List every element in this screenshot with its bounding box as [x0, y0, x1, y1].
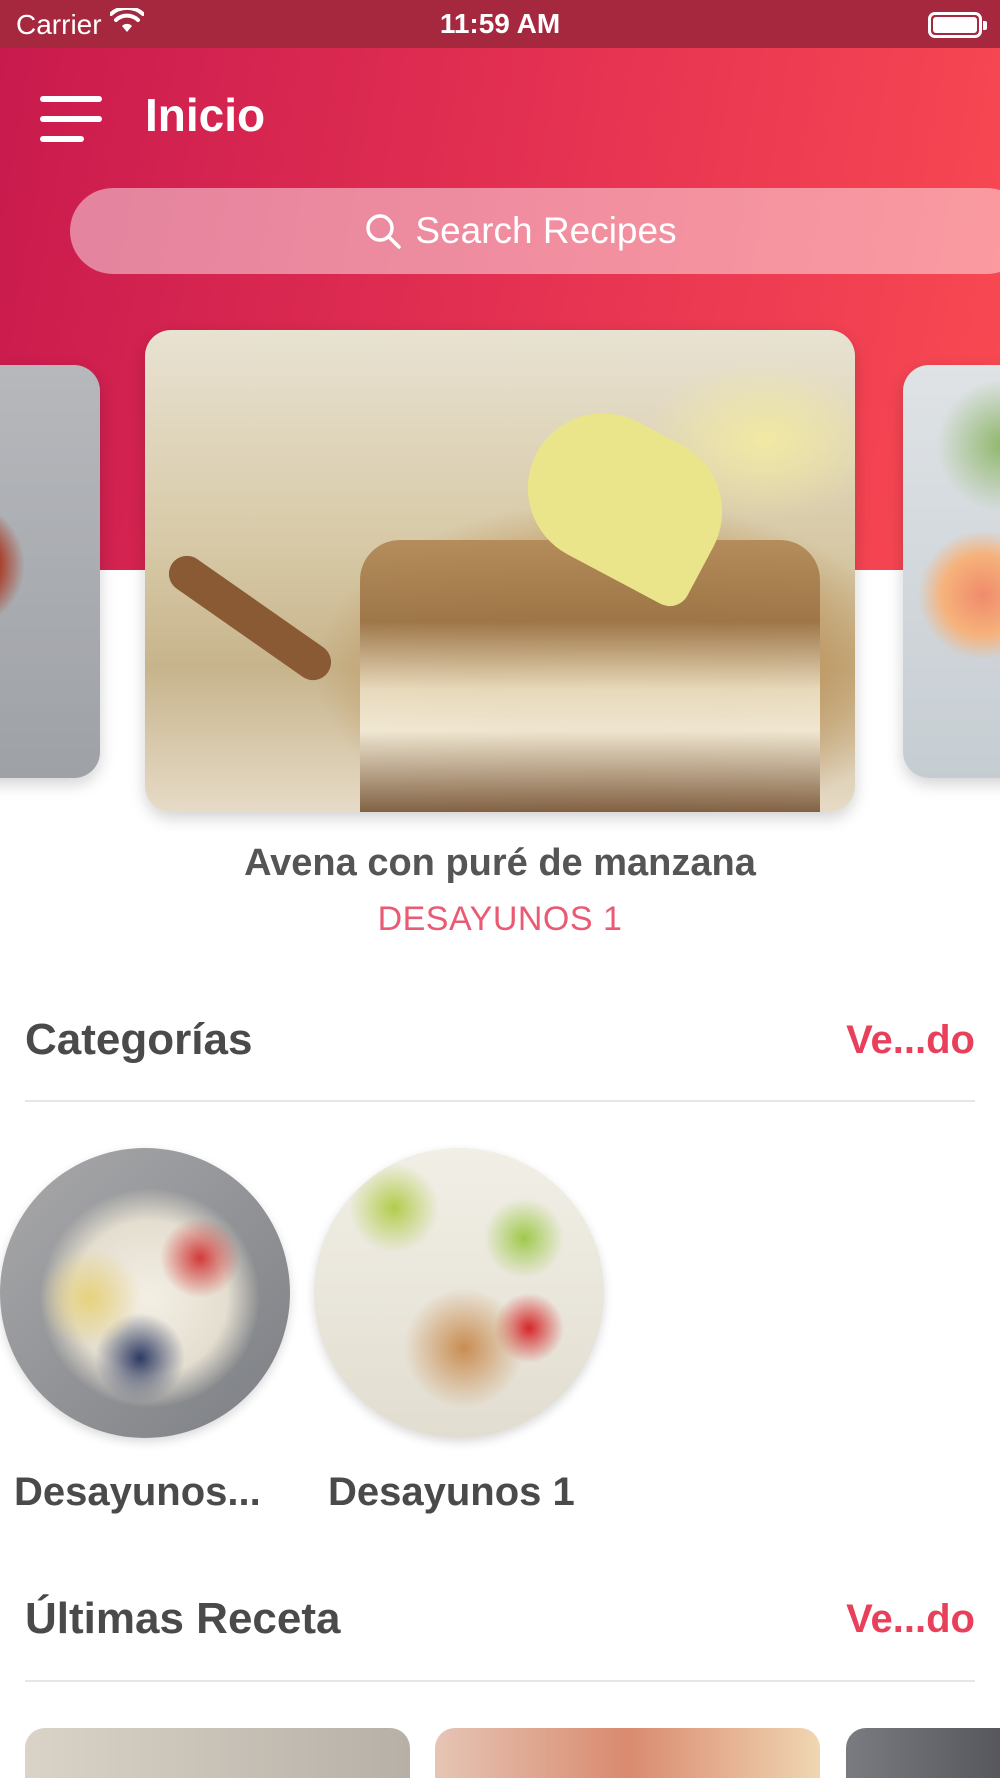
featured-recipe-category: DESAYUNOS 1 — [377, 900, 623, 938]
categories-see-all-button[interactable]: Ve...do — [846, 1018, 975, 1063]
oat-jar-shape — [360, 540, 820, 812]
carousel-card-prev[interactable] — [0, 365, 100, 778]
latest-recipe-card-2[interactable] — [435, 1728, 820, 1778]
category-label-2[interactable]: Desayunos 1 — [328, 1470, 575, 1515]
featured-recipe-title[interactable]: Avena con puré de manzana — [0, 842, 1000, 885]
carousel-card-next[interactable] — [903, 365, 1000, 778]
hamburger-menu-icon[interactable] — [40, 96, 102, 142]
featured-recipe-image[interactable] — [145, 330, 855, 812]
status-bar: Carrier 11:59 AM — [0, 0, 1000, 48]
cinnamon-stick-shape — [161, 548, 339, 688]
category-label-1[interactable]: Desayunos... — [14, 1470, 261, 1515]
page-title: Inicio — [145, 89, 266, 141]
search-icon — [363, 211, 403, 251]
latest-recipes-see-all-button[interactable]: Ve...do — [846, 1597, 975, 1642]
categories-divider — [25, 1100, 975, 1102]
battery-icon — [928, 12, 987, 38]
category-image-1[interactable] — [0, 1148, 290, 1438]
latest-recipe-card-1[interactable] — [25, 1728, 410, 1778]
latest-recipes-divider — [25, 1680, 975, 1682]
categories-title: Categorías — [25, 1015, 253, 1064]
search-placeholder: Search Recipes — [415, 210, 677, 251]
category-image-2[interactable] — [314, 1148, 604, 1438]
search-input[interactable]: Search Recipes — [70, 188, 1000, 274]
status-time: 11:59 AM — [439, 8, 561, 39]
latest-recipe-card-3[interactable] — [846, 1728, 1000, 1778]
latest-recipes-title: Últimas Receta — [25, 1594, 341, 1643]
